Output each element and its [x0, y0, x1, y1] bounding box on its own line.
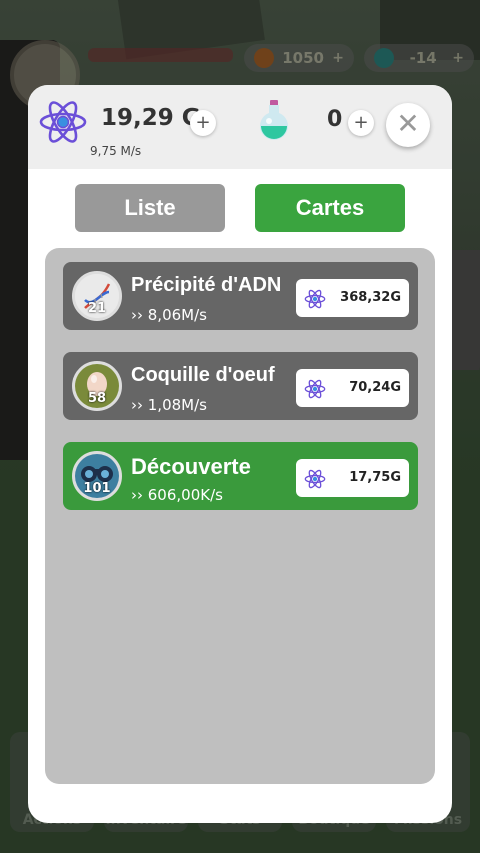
card-name: Précipité d'ADN — [131, 274, 282, 296]
potion-value: 0 — [327, 107, 343, 132]
card-level: 101 — [83, 481, 111, 496]
atom-icon — [304, 379, 326, 399]
card-name: Coquille d'oeuf — [131, 364, 275, 386]
modal-header: 19,29 G 9,75 M/s + 0 + ✕ — [28, 85, 452, 169]
list-item[interactable]: 21 Précipité d'ADN ›› 8,06M/s 368,32G — [63, 262, 418, 330]
card-avatar: 21 — [72, 271, 122, 321]
atom-icon — [304, 289, 326, 309]
buy-button[interactable]: 70,24G — [296, 369, 409, 407]
add-atoms-button[interactable]: + — [190, 110, 216, 136]
card-price: 70,24G — [349, 380, 401, 395]
card-rate: ›› 606,00K/s — [131, 486, 223, 504]
buy-button[interactable]: 368,32G — [296, 279, 409, 317]
card-price: 17,75G — [349, 470, 401, 485]
tab-liste[interactable]: Liste — [75, 184, 225, 232]
cards-list: 21 Précipité d'ADN ›› 8,06M/s 368,32G 58… — [45, 248, 435, 784]
card-avatar: 58 — [72, 361, 122, 411]
card-rate: ›› 8,06M/s — [131, 306, 207, 324]
list-item[interactable]: 101 Découverte ›› 606,00K/s 17,75G — [63, 442, 418, 510]
atom-icon — [304, 469, 326, 489]
card-rate: ›› 1,08M/s — [131, 396, 207, 414]
close-button[interactable]: ✕ — [386, 103, 430, 147]
card-price: 368,32G — [340, 290, 401, 305]
card-name: Découverte — [131, 454, 251, 479]
atom-icon — [39, 101, 87, 143]
tab-cartes[interactable]: Cartes — [255, 184, 405, 232]
buy-button[interactable]: 17,75G — [296, 459, 409, 497]
list-item[interactable]: 58 Coquille d'oeuf ›› 1,08M/s 70,24G — [63, 352, 418, 420]
card-avatar: 101 — [72, 451, 122, 501]
add-potion-button[interactable]: + — [348, 110, 374, 136]
card-level: 58 — [87, 391, 107, 406]
card-level: 21 — [87, 301, 107, 316]
upgrades-modal: 19,29 G 9,75 M/s + 0 + ✕ Liste Cartes 21… — [28, 85, 452, 823]
potion-icon — [260, 100, 288, 140]
atom-currency-rate: 9,75 M/s — [90, 144, 142, 158]
atom-currency-value: 19,29 G — [101, 105, 201, 131]
